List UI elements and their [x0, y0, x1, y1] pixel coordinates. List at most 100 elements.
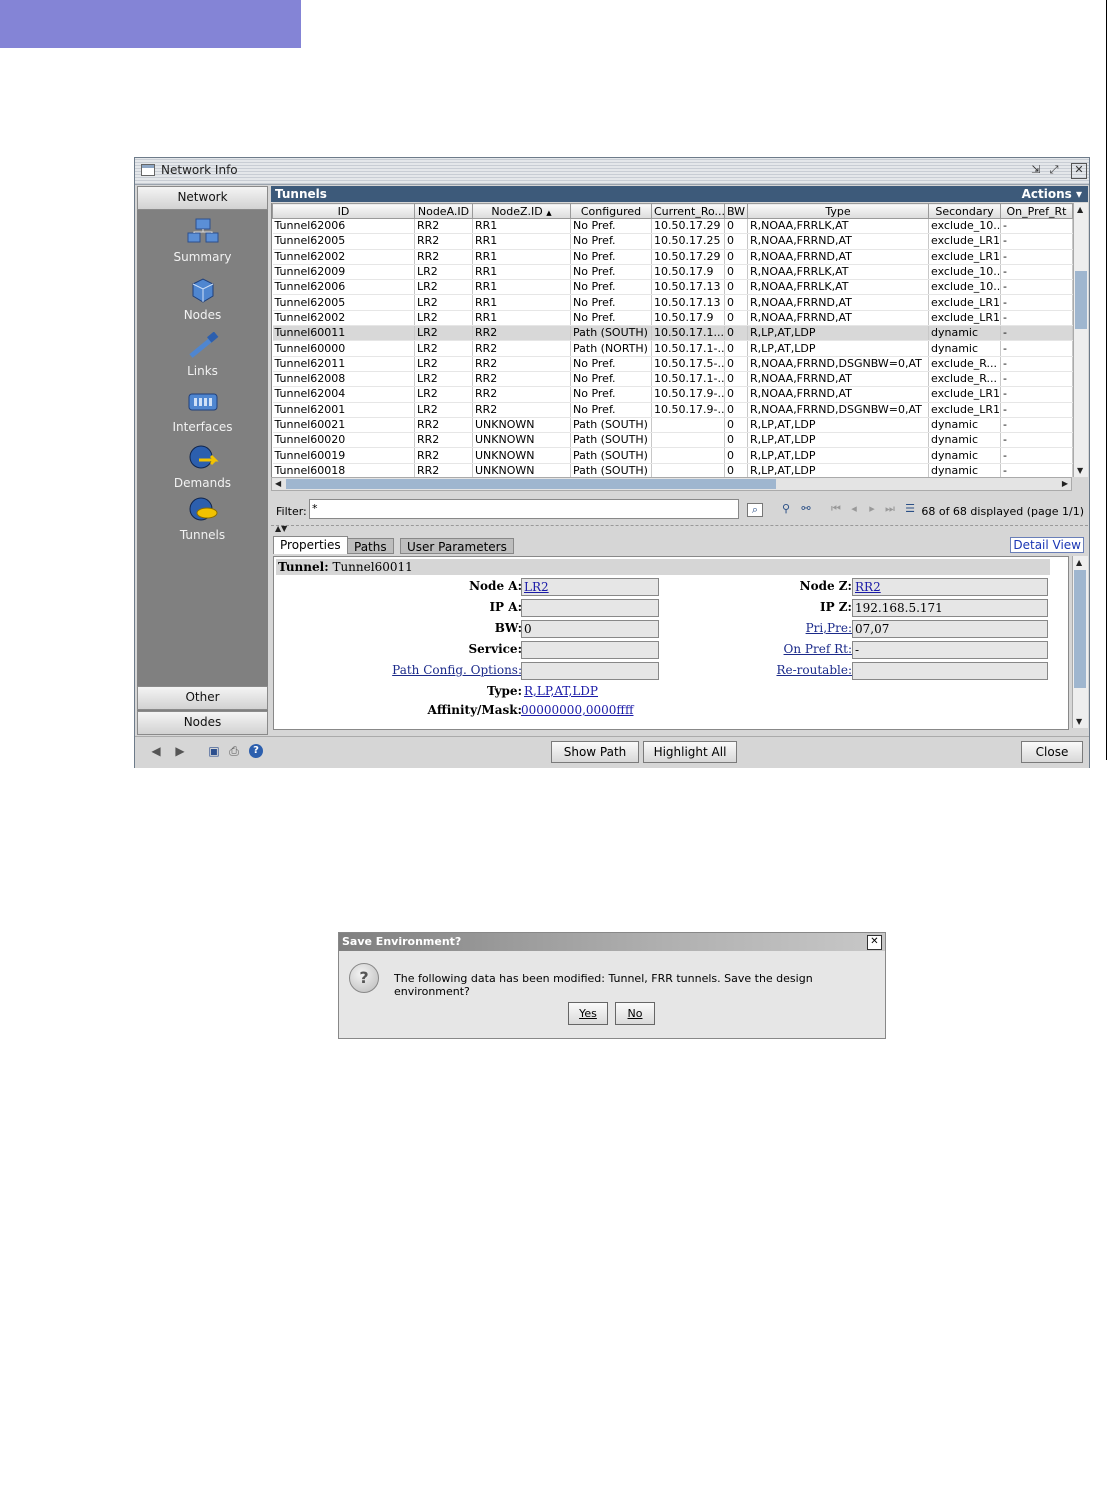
row-count-text: 68 of 68 displayed (page 1/1) [921, 505, 1084, 518]
table-row[interactable]: Tunnel62005 LR2 RR1 No Pref. 10.50.17.13 0 R,N… [272, 294, 1073, 311]
close-icon[interactable]: ✕ [867, 935, 882, 950]
scroll-up-icon[interactable]: ▲ [1076, 558, 1082, 567]
table-row[interactable]: Tunnel62005 RR2 RR1 No Pref. 10.50.17.25 0 R,N… [272, 233, 1073, 250]
forward-arrow-icon[interactable]: ▶ [173, 744, 187, 758]
node-z-link[interactable]: RR2 [855, 580, 881, 594]
tab-user-parameters[interactable]: User Parameters [400, 538, 514, 554]
save-icon[interactable]: ▣ [207, 744, 221, 758]
collapse-splitter-icon[interactable]: ▲▼ [275, 524, 287, 533]
help-icon[interactable]: ? [249, 744, 263, 758]
table-cell: No Pref. [570, 371, 652, 388]
table-horizontal-scrollbar[interactable]: ◀ ▶ [271, 477, 1072, 491]
yes-button[interactable]: Yes [568, 1002, 608, 1025]
table-row[interactable]: Tunnel62006 LR2 RR1 No Pref. 10.50.17.13 0 R,N… [272, 279, 1073, 296]
column-header-id[interactable]: ID [272, 203, 415, 219]
next-page-icon[interactable]: ▸ [865, 503, 879, 515]
nav-item-nodes[interactable]: Nodes [137, 276, 268, 322]
table-row[interactable]: Tunnel62001 LR2 RR2 No Pref. 10.50.17.9-... 0… [272, 402, 1073, 418]
highlight-all-button[interactable]: Highlight All [643, 741, 737, 763]
page-settings-icon[interactable]: ☰ [903, 503, 917, 515]
bw-field: 0 [521, 620, 659, 638]
table-row[interactable]: Tunnel62002 RR2 RR1 No Pref. 10.50.17.29 0 R,N… [272, 249, 1073, 265]
table-cell: Tunnel62008 [272, 371, 415, 388]
maximize-icon[interactable]: ⤢ [1047, 163, 1061, 177]
pri-pre-link[interactable]: Pri,Pre: [806, 621, 852, 635]
scroll-up-icon[interactable]: ▲ [1077, 205, 1083, 214]
last-page-icon[interactable]: ⏭ [883, 503, 897, 515]
scroll-thumb[interactable] [1074, 570, 1086, 688]
table-cell: 0 [724, 279, 748, 296]
table-cell: exclude_LR1 [928, 233, 1001, 250]
node-a-link[interactable]: LR2 [524, 580, 549, 594]
on-pref-rt-link[interactable]: On Pref Rt: [784, 642, 852, 656]
scroll-left-icon[interactable]: ◀ [275, 479, 281, 488]
filter-input[interactable]: * [309, 499, 739, 519]
scroll-thumb[interactable] [1075, 271, 1087, 329]
table-row[interactable]: Tunnel62002 LR2 RR1 No Pref. 10.50.17.9 0 R,NO… [272, 310, 1073, 327]
table-row[interactable]: Tunnel60019 RR2 UNKNOWN Path (SOUTH) 0 R,LP,A… [272, 447, 1073, 464]
column-header-nodea-id[interactable]: NodeA.ID [414, 203, 473, 219]
properties-vertical-scrollbar[interactable]: ▲ ▼ [1072, 556, 1088, 728]
scroll-right-icon[interactable]: ▶ [1062, 479, 1068, 488]
print-icon[interactable]: ⎙ [227, 744, 241, 758]
table-cell: Path (SOUTH) [570, 447, 652, 464]
table-row[interactable]: Tunnel62011 LR2 RR2 No Pref. 10.50.17.5-... 0… [272, 356, 1073, 372]
tab-paths[interactable]: Paths [347, 538, 394, 554]
scroll-down-icon[interactable]: ▼ [1077, 466, 1083, 475]
column-header-secondary[interactable]: Secondary [928, 203, 1001, 219]
table-cell: LR2 [414, 371, 473, 388]
column-header-type[interactable]: Type [747, 203, 929, 219]
path-config-options-link[interactable]: Path Config. Options: [392, 663, 522, 677]
table-row[interactable]: Tunnel62004 LR2 RR2 No Pref. 10.50.17.9-... 0… [272, 386, 1073, 403]
column-header-configured[interactable]: Configured [570, 203, 652, 219]
nodes-icon [192, 278, 213, 303]
split-divider[interactable] [271, 525, 1088, 530]
scroll-thumb[interactable] [286, 479, 776, 489]
nav-item-summary[interactable]: Summary [137, 218, 268, 264]
column-header-bw[interactable]: BW [724, 203, 748, 219]
first-page-icon[interactable]: ⏮ [829, 503, 843, 515]
close-icon[interactable]: ✕ [1071, 163, 1087, 179]
nav-item-demands[interactable]: Demands [137, 444, 268, 490]
dialog-title[interactable]: Save Environment? [339, 933, 885, 951]
table-row[interactable]: Tunnel60018 RR2 UNKNOWN Path (SOUTH) 0 R,LP,A… [272, 463, 1073, 477]
nav-item-tunnels[interactable]: Tunnels [137, 496, 268, 542]
table-cell: 10.50.17.13 [651, 279, 725, 296]
table-vertical-scrollbar[interactable]: ▲ ▼ [1073, 203, 1088, 477]
table-row[interactable]: Tunnel62006 RR2 RR1 No Pref. 10.50.17.29 0 R,N… [272, 218, 1073, 235]
detail-view-button[interactable]: Detail View [1010, 537, 1084, 553]
minimize-icon[interactable]: ⇲ [1029, 163, 1043, 177]
table-row[interactable]: Tunnel60021 RR2 UNKNOWN Path (SOUTH) 0 R,LP,A… [272, 417, 1073, 434]
close-button[interactable]: Close [1021, 741, 1083, 763]
table-row[interactable]: Tunnel60020 RR2 UNKNOWN Path (SOUTH) 0 R,LP,A… [272, 432, 1073, 449]
filter-apply-icon[interactable]: ⌕ [747, 503, 763, 517]
table-cell: 0 [724, 264, 748, 281]
table-row[interactable]: Tunnel62008 LR2 RR2 No Pref. 10.50.17.1-... 0… [272, 371, 1073, 388]
column-header-current-route[interactable]: Current_Ro... [651, 203, 725, 219]
table-row[interactable]: Tunnel62009 LR2 RR1 No Pref. 10.50.17.9 0 R,NO… [272, 264, 1073, 281]
window-titlebar[interactable]: Network Info ⇲ ⤢ ✕ [135, 158, 1089, 185]
table-cell [651, 417, 725, 434]
scroll-down-icon[interactable]: ▼ [1076, 717, 1082, 726]
nav-item-interfaces[interactable]: Interfaces [137, 388, 268, 434]
no-button[interactable]: No [615, 1002, 655, 1025]
search-icon[interactable]: ⚲ [779, 503, 793, 515]
show-path-button[interactable]: Show Path [551, 741, 639, 763]
re-routable-link[interactable]: Re-routable: [776, 663, 852, 677]
table-cell: exclude_10... [928, 264, 1001, 281]
find-next-icon[interactable]: ⚯ [799, 503, 813, 515]
column-header-on-pref-rt[interactable]: On_Pref_Rt [1000, 203, 1073, 219]
nav-section-nodes[interactable]: Nodes [137, 711, 268, 735]
nav-header-network[interactable]: Network [137, 186, 268, 210]
table-row[interactable]: Tunnel60000 LR2 RR2 Path (NORTH) 10.50.17.1-… [272, 340, 1073, 357]
previous-page-icon[interactable]: ◂ [847, 503, 861, 515]
back-arrow-icon[interactable]: ◀ [149, 744, 163, 758]
nav-section-other[interactable]: Other [137, 686, 268, 710]
affinity-mask-link[interactable]: 00000000,0000ffff [521, 703, 633, 717]
table-row[interactable]: Tunnel60011 LR2 RR2 Path (SOUTH) 10.50.17.1.… [272, 325, 1073, 342]
nav-item-links[interactable]: Links [137, 332, 268, 378]
actions-menu[interactable]: Actions ▾ [1022, 186, 1082, 202]
column-header-nodez-id[interactable]: NodeZ.ID ▲ [472, 203, 571, 219]
tab-properties[interactable]: Properties [273, 536, 348, 554]
type-link[interactable]: R,LP,AT,LDP [524, 684, 598, 698]
